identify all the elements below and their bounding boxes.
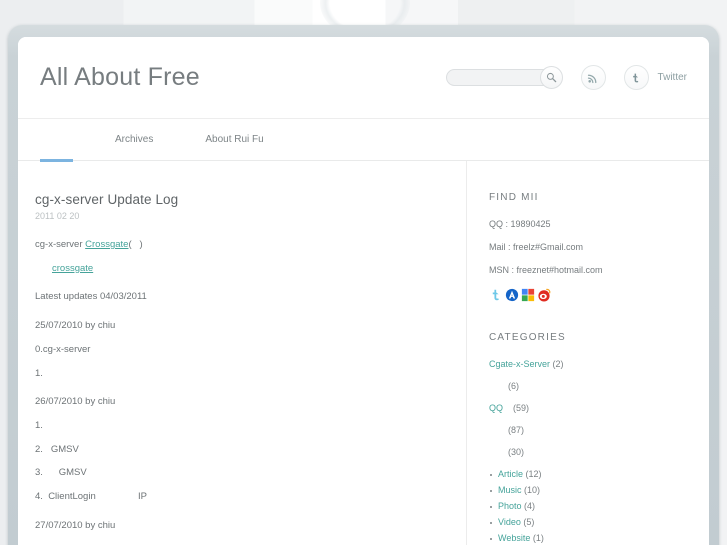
- category-link[interactable]: Article: [498, 469, 523, 479]
- primary-nav: Archives About Rui Fu: [18, 119, 709, 162]
- page-viewport: All About Free Twitter Archives About Ru…: [18, 37, 709, 545]
- post-intro-suffix: ( ): [128, 239, 143, 250]
- tab-home[interactable]: [40, 119, 73, 162]
- entry-heading: 27/07/2010 by chiu: [35, 519, 116, 531]
- main-content: cg-x-server Update Log 2011 02 20 cg-x-s…: [18, 161, 467, 545]
- category-count: (5): [523, 517, 535, 527]
- tab-about[interactable]: About Rui Fu: [199, 119, 269, 161]
- tab-archives[interactable]: Archives: [109, 119, 159, 161]
- category-item[interactable]: Cgate-x-Server (2): [489, 359, 709, 369]
- category-item[interactable]: Video (5): [489, 517, 709, 527]
- tab-archives-label: Archives: [115, 134, 154, 145]
- find-me-mail: Mail : freelz#Gmail.com: [489, 242, 584, 252]
- category-item[interactable]: (87): [489, 425, 709, 435]
- tab-about-label: About Rui Fu: [205, 134, 264, 145]
- entry-line: 2. GMSV: [35, 443, 79, 455]
- social-links: [489, 288, 709, 302]
- search-button[interactable]: [539, 66, 563, 89]
- sidebar: FIND MII QQ : 19890425 Mail : freelz#Gma…: [467, 161, 709, 545]
- category-item[interactable]: (30): [489, 447, 709, 457]
- category-item[interactable]: Website (1): [489, 533, 709, 543]
- entry-line: 3. GMSV: [35, 467, 87, 479]
- category-link[interactable]: Cgate-x-Server: [489, 359, 550, 369]
- crossgate-link[interactable]: Crossgate: [85, 239, 128, 250]
- category-count: (30): [508, 447, 525, 457]
- entry-heading: 25/07/2010 by chiu: [35, 320, 116, 332]
- entry-line: 0.cg-x-server: [35, 343, 91, 355]
- category-item[interactable]: (6): [489, 381, 709, 391]
- category-link[interactable]: Music: [498, 485, 522, 495]
- category-item[interactable]: Article (12): [489, 469, 709, 479]
- google-icon[interactable]: [521, 288, 535, 302]
- entry-line: 1.: [35, 367, 43, 379]
- post-latest-updates: Latest updates 04/03/2011: [35, 291, 147, 303]
- category-link[interactable]: Video: [498, 517, 521, 527]
- twitter-button[interactable]: [623, 65, 649, 90]
- entry-line: 4. ClientLogin IP: [35, 491, 147, 503]
- categories-heading: CATEGORIES: [489, 332, 566, 343]
- twitter-label: Twitter: [657, 72, 687, 83]
- post-intro-prefix: cg-x-server: [35, 239, 86, 250]
- alipay-icon[interactable]: [505, 288, 519, 302]
- category-item[interactable]: QQ (59): [489, 403, 709, 413]
- search-icon: [546, 72, 556, 83]
- category-count: (12): [525, 469, 542, 479]
- page-title: All About Free: [40, 63, 200, 91]
- site-header: All About Free Twitter: [18, 37, 709, 119]
- category-count: (4): [524, 501, 536, 511]
- content-columns: cg-x-server Update Log 2011 02 20 cg-x-s…: [18, 161, 709, 545]
- twitter-icon: [633, 73, 639, 82]
- post-sublink-row: crossgate: [35, 262, 442, 277]
- category-item[interactable]: Photo (4): [489, 501, 709, 511]
- category-link[interactable]: QQ: [489, 403, 503, 413]
- twitter-link[interactable]: Twitter: [623, 65, 687, 90]
- category-link[interactable]: Website: [498, 533, 530, 543]
- weibo-icon[interactable]: [537, 288, 551, 302]
- category-count: (2): [552, 359, 564, 369]
- find-me-qq: QQ : 19890425: [489, 219, 551, 229]
- category-count: (87): [508, 425, 525, 435]
- search-box: [445, 66, 563, 89]
- category-count: (59): [513, 403, 530, 413]
- category-count: (6): [508, 381, 519, 391]
- find-me-heading: FIND MII: [489, 192, 539, 203]
- twitter-icon[interactable]: [489, 288, 503, 302]
- post-intro: cg-x-server Crossgate( ): [35, 238, 442, 253]
- category-item[interactable]: Music (10): [489, 485, 709, 495]
- category-count: (10): [524, 485, 541, 495]
- header-actions: Twitter: [445, 65, 687, 90]
- search-input[interactable]: [445, 69, 549, 86]
- category-link[interactable]: Photo: [498, 501, 522, 511]
- post-title: cg-x-server Update Log: [35, 192, 179, 207]
- rss-icon: [587, 74, 597, 83]
- crossgate-sub-link[interactable]: crossgate: [52, 263, 93, 274]
- entry-line: 1.: [35, 420, 43, 432]
- post-date: 2011 02 20: [35, 211, 80, 221]
- category-count: (1): [532, 533, 544, 543]
- find-me-msn: MSN : freeznet#hotmail.com: [489, 265, 603, 275]
- entry-heading: 26/07/2010 by chiu: [35, 396, 116, 408]
- rss-button[interactable]: [580, 65, 606, 90]
- browser-frame: All About Free Twitter Archives About Ru…: [8, 25, 719, 545]
